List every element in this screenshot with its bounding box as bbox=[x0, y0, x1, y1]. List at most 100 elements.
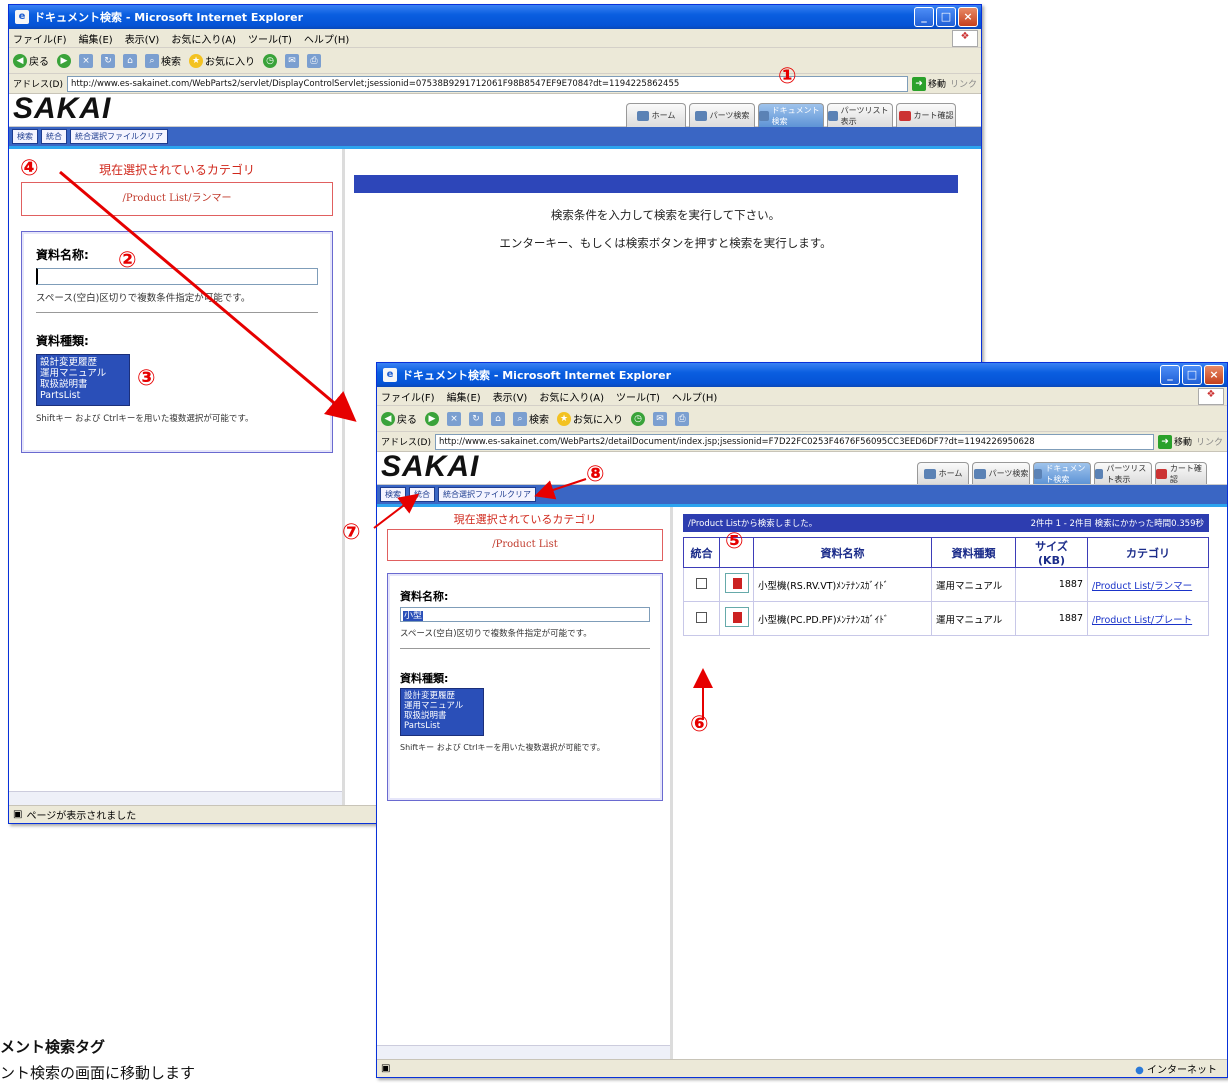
name-input[interactable]: 小型 bbox=[400, 607, 650, 622]
title-bar[interactable]: e ドキュメント検索 - Microsoft Internet Explorer… bbox=[377, 363, 1227, 387]
home-tab-icon bbox=[923, 468, 936, 479]
address-input[interactable]: http://www.es-sakainet.com/WebParts2/det… bbox=[434, 433, 1154, 450]
type-hint: Shiftキー および Ctrlキーを用いた複数選択が可能です。 bbox=[400, 743, 605, 752]
marker-7: ⑦ bbox=[342, 520, 361, 545]
favorites-button[interactable]: ★ お気に入り bbox=[557, 411, 623, 426]
type-option[interactable]: 設計変更履歴 bbox=[404, 691, 480, 701]
parts-search-icon bbox=[973, 468, 986, 479]
type-listbox[interactable]: 設計変更履歴 運用マニュアル 取扱説明書 PartsList bbox=[400, 688, 484, 736]
refresh-icon[interactable]: ↻ bbox=[469, 411, 483, 426]
print-icon[interactable]: ⎙ bbox=[675, 411, 689, 426]
favorites-button[interactable]: ★ お気に入り bbox=[189, 53, 255, 68]
tab-parts-list[interactable]: パーツリスト表示 bbox=[827, 103, 893, 127]
menu-help[interactable]: ヘルプ(H) bbox=[672, 389, 717, 404]
minimize-button[interactable]: _ bbox=[1160, 365, 1180, 385]
col-category[interactable]: カテゴリ bbox=[1087, 537, 1209, 568]
menu-edit[interactable]: 編集(E) bbox=[79, 31, 113, 46]
col-type[interactable]: 資料種類 bbox=[931, 537, 1016, 568]
menu-favorites[interactable]: お気に入り(A) bbox=[539, 389, 604, 404]
tab-home[interactable]: ホーム bbox=[917, 462, 969, 484]
forward-arrow-icon[interactable]: ▶ bbox=[57, 53, 71, 68]
search-submit-button[interactable]: 検索 bbox=[380, 487, 406, 502]
tab-parts-search[interactable]: パーツ検索 bbox=[689, 103, 755, 127]
merge-button[interactable]: 統合 bbox=[409, 487, 435, 502]
close-button[interactable]: × bbox=[1204, 365, 1224, 385]
merge-checkbox[interactable] bbox=[696, 611, 707, 623]
stop-icon[interactable]: × bbox=[79, 53, 93, 68]
type-option[interactable]: 運用マニュアル bbox=[404, 701, 480, 711]
merge-checkbox[interactable] bbox=[696, 577, 707, 589]
menu-help[interactable]: ヘルプ(H) bbox=[304, 31, 349, 46]
menu-file[interactable]: ファイル(F) bbox=[13, 31, 67, 46]
tab-parts-list[interactable]: パーツリスト表示 bbox=[1094, 462, 1152, 484]
tab-home[interactable]: ホーム bbox=[626, 103, 686, 127]
col-merge: 統合 bbox=[683, 537, 720, 568]
back-arrow-icon: ◀ bbox=[13, 53, 27, 68]
marker-5: ⑤ bbox=[725, 529, 744, 554]
mail-icon[interactable]: ✉ bbox=[653, 411, 667, 426]
print-icon[interactable]: ⎙ bbox=[307, 53, 321, 68]
merge-button[interactable]: 統合 bbox=[41, 128, 67, 144]
col-size[interactable]: サイズ(KB) bbox=[1015, 537, 1088, 568]
search-button[interactable]: ⌕ 検索 bbox=[145, 53, 181, 68]
sakai-logo[interactable]: SAKAI bbox=[381, 450, 479, 484]
pdf-icon[interactable] bbox=[724, 573, 749, 593]
tab-cart[interactable]: カート確認 bbox=[896, 103, 956, 127]
name-input[interactable] bbox=[36, 268, 318, 285]
maximize-button[interactable]: □ bbox=[1182, 365, 1202, 385]
minimize-button[interactable]: _ bbox=[914, 7, 934, 27]
tab-document-search[interactable]: ドキュメント検索 bbox=[758, 103, 824, 127]
type-option[interactable]: 取扱説明書 bbox=[40, 379, 126, 390]
back-button[interactable]: ◀ 戻る bbox=[13, 53, 49, 68]
col-name[interactable]: 資料名称 bbox=[753, 537, 932, 568]
horizontal-scrollbar[interactable] bbox=[377, 1045, 670, 1059]
refresh-icon[interactable]: ↻ bbox=[101, 53, 115, 68]
type-option[interactable]: PartsList bbox=[40, 390, 126, 401]
maximize-button[interactable]: □ bbox=[936, 7, 956, 27]
go-button[interactable]: ➜ 移動 bbox=[911, 76, 946, 91]
type-listbox[interactable]: 設計変更履歴 運用マニュアル 取扱説明書 PartsList bbox=[36, 354, 130, 406]
clear-merge-selection-button[interactable]: 統合選択ファイルクリア bbox=[70, 128, 168, 144]
mail-icon[interactable]: ✉ bbox=[285, 53, 299, 68]
menu-tools[interactable]: ツール(T) bbox=[616, 389, 660, 404]
menu-file[interactable]: ファイル(F) bbox=[381, 389, 435, 404]
home-icon[interactable]: ⌂ bbox=[123, 53, 137, 68]
search-button[interactable]: ⌕ 検索 bbox=[513, 411, 549, 426]
history-icon[interactable]: ◷ bbox=[631, 411, 645, 426]
go-button[interactable]: ➜ 移動 bbox=[1157, 434, 1192, 449]
pdf-icon[interactable] bbox=[724, 607, 749, 627]
doc-category-link[interactable]: /Product List/プレート bbox=[1092, 615, 1192, 626]
sakai-logo[interactable]: SAKAI bbox=[13, 92, 111, 126]
menu-edit[interactable]: 編集(E) bbox=[447, 389, 481, 404]
search-submit-button[interactable]: 検索 bbox=[12, 128, 38, 144]
result-panel: /Product Listから検索しました。 2件中 1 - 2件目 検索にかか… bbox=[676, 507, 1227, 1059]
menu-view[interactable]: 表示(V) bbox=[125, 31, 160, 46]
type-option[interactable]: 運用マニュアル bbox=[40, 368, 126, 379]
cart-icon bbox=[1156, 468, 1167, 479]
close-button[interactable]: × bbox=[958, 7, 978, 27]
menu-view[interactable]: 表示(V) bbox=[493, 389, 528, 404]
selected-category: /Product List/ランマー bbox=[21, 182, 333, 216]
stop-icon[interactable]: × bbox=[447, 411, 461, 426]
back-button[interactable]: ◀ 戻る bbox=[381, 411, 417, 426]
history-icon[interactable]: ◷ bbox=[263, 53, 277, 68]
forward-arrow-icon[interactable]: ▶ bbox=[425, 411, 439, 426]
menu-tools[interactable]: ツール(T) bbox=[248, 31, 292, 46]
marker-2: ② bbox=[118, 248, 137, 273]
tab-cart[interactable]: カート確認 bbox=[1155, 462, 1207, 484]
clear-merge-selection-button[interactable]: 統合選択ファイルクリア bbox=[438, 487, 536, 502]
links-label[interactable]: リンク bbox=[1196, 435, 1223, 448]
doc-category-link[interactable]: /Product List/ランマー bbox=[1092, 581, 1192, 592]
title-bar[interactable]: e ドキュメント検索 - Microsoft Internet Explorer… bbox=[9, 5, 981, 29]
type-option[interactable]: 設計変更履歴 bbox=[40, 357, 126, 368]
search-icon: ⌕ bbox=[513, 411, 527, 426]
table-row: 小型機(RS.RV.VT)ﾒﾝﾃﾅﾝｽｶﾞｲﾄﾞ 運用マニュアル 1887 /P… bbox=[683, 567, 1209, 602]
tab-document-search[interactable]: ドキュメント検索 bbox=[1033, 462, 1091, 484]
type-option[interactable]: PartsList bbox=[404, 721, 480, 731]
horizontal-scrollbar[interactable] bbox=[9, 791, 342, 805]
links-label[interactable]: リンク bbox=[950, 77, 977, 90]
tab-parts-search[interactable]: パーツ検索 bbox=[972, 462, 1030, 484]
type-option[interactable]: 取扱説明書 bbox=[404, 711, 480, 721]
menu-favorites[interactable]: お気に入り(A) bbox=[171, 31, 236, 46]
home-icon[interactable]: ⌂ bbox=[491, 411, 505, 426]
